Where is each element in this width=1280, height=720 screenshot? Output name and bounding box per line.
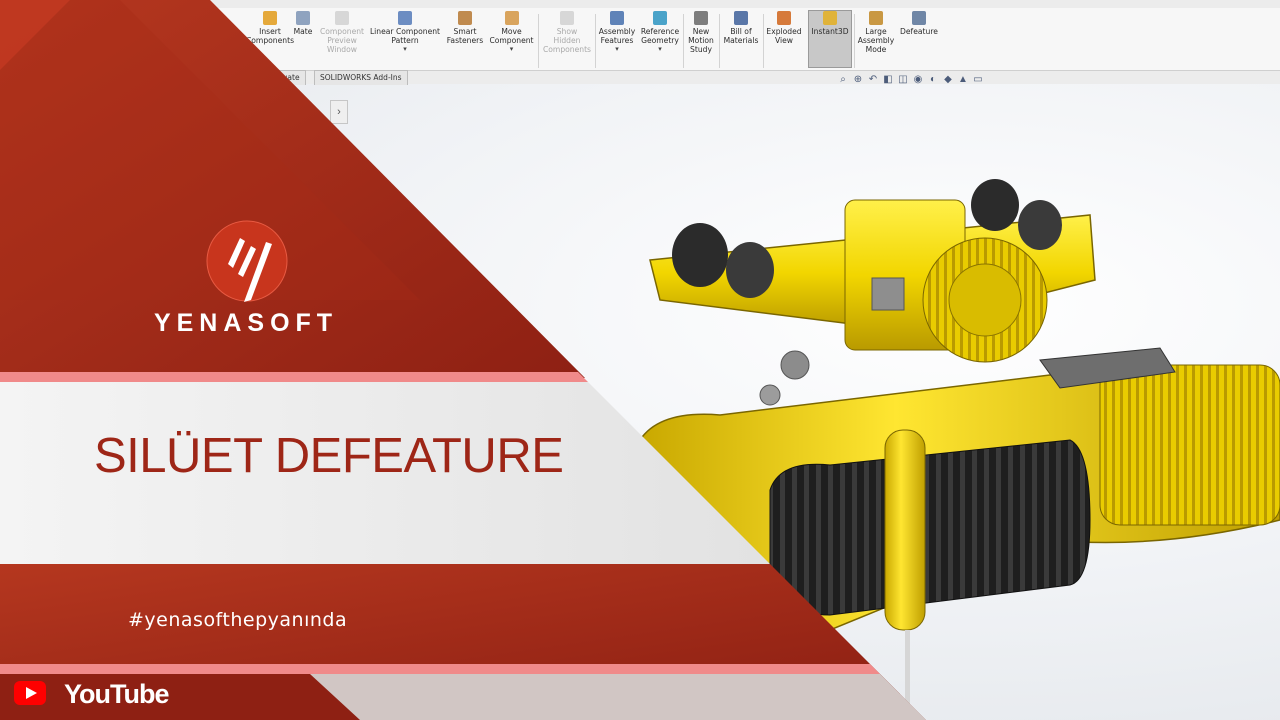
- show-hidden-components-button[interactable]: Show Hidden Components: [541, 11, 593, 69]
- ribbon-button-label: Bill of Materials: [723, 27, 759, 45]
- trolley-wheel: [726, 242, 774, 298]
- assembly-features-icon: [610, 11, 624, 25]
- command-manager-ribbon: Insert Components Mate Component Preview…: [0, 8, 1280, 71]
- component-preview-window-button[interactable]: Component Preview Window: [317, 11, 367, 69]
- insert-components-button[interactable]: Insert Components: [246, 11, 294, 69]
- tab-evaluate[interactable]: aluate: [270, 70, 306, 85]
- preview-window-icon: [335, 11, 349, 25]
- motion-study-icon: [694, 11, 708, 25]
- ribbon-button-label: Linear Component Pattern: [369, 27, 441, 45]
- hoist-motor: [1099, 364, 1280, 526]
- bill-of-materials-icon: [734, 11, 748, 25]
- linear-component-pattern-button[interactable]: Linear Component Pattern ▾: [368, 11, 442, 69]
- ribbon-separator: [719, 14, 720, 68]
- move-component-button[interactable]: Move Component ▾: [488, 11, 535, 69]
- trolley-wheel: [1018, 200, 1062, 250]
- ribbon-separator: [538, 14, 539, 68]
- motor-nameplate: [871, 277, 905, 311]
- ribbon-button-label: Insert Components: [245, 27, 295, 45]
- view-orientation-icon[interactable]: ◫: [898, 75, 908, 85]
- hoist-3d-model[interactable]: [600, 160, 1280, 720]
- youtube-play-icon[interactable]: [14, 681, 46, 705]
- chevron-down-icon[interactable]: ▾: [510, 45, 514, 53]
- ribbon-button-label: Component Preview Window: [319, 27, 365, 54]
- video-title: SILÜET DEFEATURE: [94, 429, 564, 483]
- yenasoft-logo-icon: [206, 220, 288, 302]
- ribbon-button-label: Large Assembly Mode: [857, 27, 895, 54]
- bolt: [780, 350, 810, 380]
- move-component-icon: [504, 11, 519, 25]
- brand-name: YENASOFT: [153, 309, 339, 337]
- hide-show-icon[interactable]: ◐: [928, 75, 938, 85]
- large-assembly-mode-icon: [869, 11, 883, 25]
- section-view-icon[interactable]: ◧: [883, 75, 893, 85]
- instant3d-button[interactable]: Instant3D: [808, 10, 852, 68]
- exploded-view-icon: [777, 11, 791, 25]
- reference-geometry-button[interactable]: Reference Geometry ▾: [639, 11, 681, 69]
- ribbon-button-label: New Motion Study: [688, 27, 714, 54]
- view-settings-icon[interactable]: ▭: [973, 75, 983, 85]
- previous-view-icon[interactable]: ↶: [868, 75, 878, 85]
- bill-of-materials-button[interactable]: Bill of Materials: [721, 11, 761, 69]
- show-hidden-icon: [560, 11, 574, 25]
- defeature-button[interactable]: Defeature: [898, 11, 940, 69]
- ribbon-separator: [595, 14, 596, 68]
- mate-button[interactable]: Mate: [291, 11, 315, 69]
- heads-up-view-toolbar: ⌕ ⊕ ↶ ◧ ◫ ◉ ◐ ◆ ▲ ▭: [838, 72, 983, 88]
- tab-solidworks-addins[interactable]: SOLIDWORKS Add-Ins: [314, 70, 408, 85]
- insert-components-icon: [263, 11, 277, 25]
- ribbon-button-label: Show Hidden Components: [542, 27, 592, 54]
- rope-drum: [769, 439, 1091, 616]
- command-manager-tabs: aluate SOLIDWORKS Add-Ins: [270, 70, 420, 85]
- ribbon-button-label: Smart Fasteners: [446, 27, 484, 45]
- chevron-down-icon[interactable]: ▾: [403, 45, 407, 53]
- instant3d-icon: [823, 11, 837, 25]
- edit-appearance-icon[interactable]: ◆: [943, 75, 953, 85]
- ribbon-separator: [683, 14, 684, 68]
- ribbon-button-label: Instant3D: [811, 27, 849, 36]
- linear-pattern-icon: [398, 11, 412, 25]
- panel-expand-button[interactable]: ›: [330, 100, 348, 124]
- bolt: [759, 384, 781, 406]
- motor-end-cap: [948, 263, 1022, 337]
- apply-scene-icon[interactable]: ▲: [958, 75, 968, 85]
- smart-fasteners-icon: [458, 11, 472, 25]
- chevron-down-icon[interactable]: ▾: [615, 45, 619, 53]
- reference-geometry-icon: [653, 11, 667, 25]
- trolley-wheel: [971, 179, 1019, 231]
- trolley-wheel: [672, 223, 728, 287]
- display-style-icon[interactable]: ◉: [913, 75, 923, 85]
- ribbon-button-label: Mate: [293, 27, 313, 36]
- zoom-area-icon[interactable]: ⊕: [853, 75, 863, 85]
- ribbon-button-label: Defeature: [900, 27, 938, 36]
- drum-clamp: [884, 429, 926, 631]
- youtube-wordmark[interactable]: YouTube: [64, 679, 169, 710]
- mate-icon: [296, 11, 310, 25]
- ribbon-button-label: Assembly Features: [598, 27, 636, 45]
- large-assembly-mode-button[interactable]: Large Assembly Mode: [856, 11, 896, 69]
- ribbon-button-label: Move Component: [489, 27, 534, 45]
- exploded-view-button[interactable]: Exploded View: [765, 11, 803, 69]
- ribbon-button-label: Reference Geometry: [640, 27, 680, 45]
- assembly-features-button[interactable]: Assembly Features ▾: [597, 11, 637, 69]
- ribbon-button-label: Exploded View: [766, 27, 802, 45]
- new-motion-study-button[interactable]: New Motion Study: [685, 11, 717, 69]
- hook-rope: [905, 630, 910, 720]
- defeature-icon: [912, 11, 926, 25]
- smart-fasteners-button[interactable]: Smart Fasteners: [444, 11, 486, 69]
- zoom-to-fit-icon[interactable]: ⌕: [838, 75, 848, 85]
- ribbon-separator: [854, 14, 855, 68]
- ribbon-separator: [763, 14, 764, 68]
- hashtag-text: #yenasofthepyanında: [128, 609, 348, 631]
- chevron-down-icon[interactable]: ▾: [658, 45, 662, 53]
